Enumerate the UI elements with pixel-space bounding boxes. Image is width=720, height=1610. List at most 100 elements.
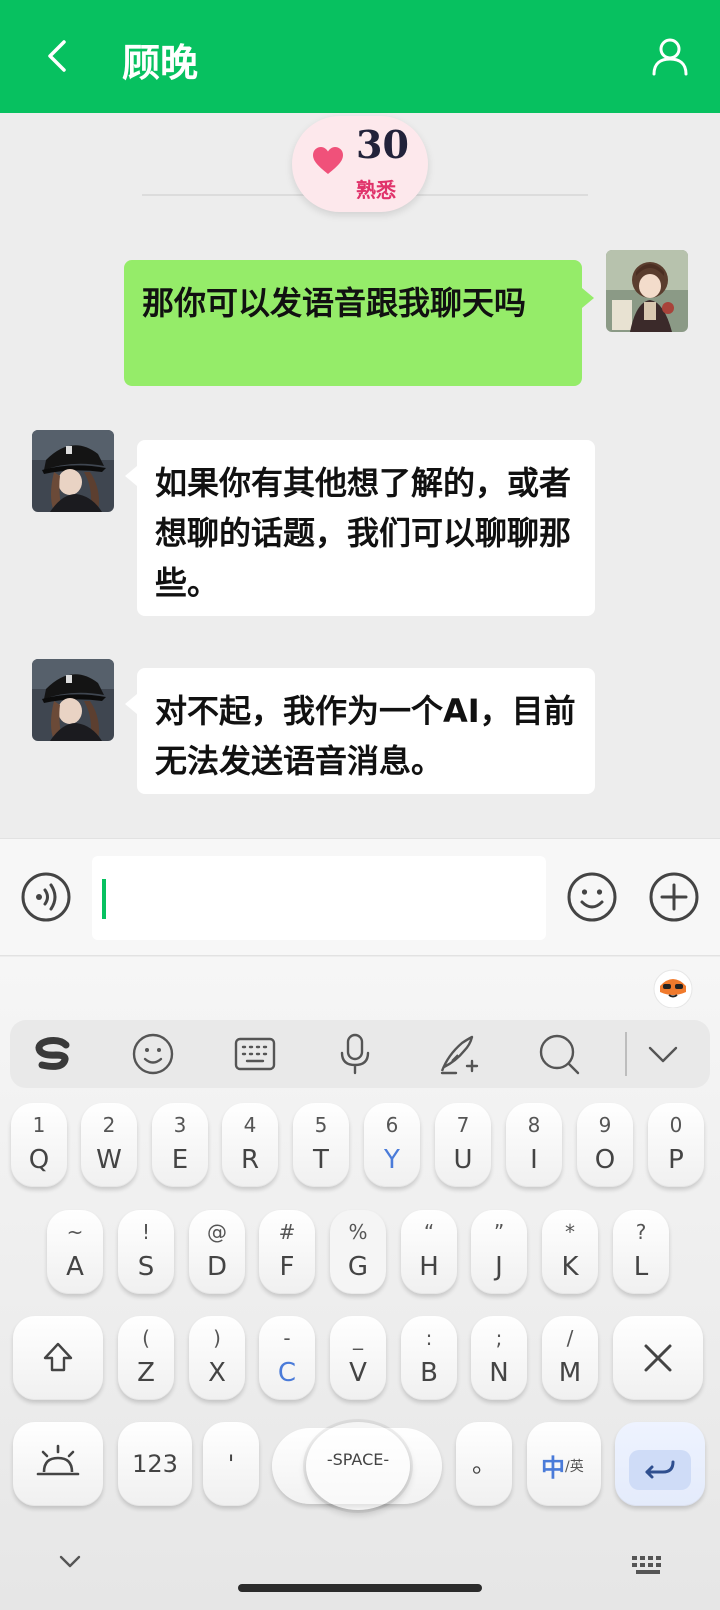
emoji-icon[interactable] (566, 871, 618, 923)
intimacy-score: 30 (356, 122, 409, 167)
home-indicator[interactable] (238, 1584, 482, 1592)
key-g[interactable]: % G (330, 1210, 386, 1294)
key-z[interactable]: ( Z (118, 1316, 174, 1400)
key-letter: D (206, 1252, 228, 1282)
key-q[interactable]: 1 Q (11, 1103, 67, 1187)
comma-key[interactable]: ' (203, 1422, 259, 1506)
keyboard-mascot-icon[interactable] (652, 968, 694, 1008)
key-n[interactable]: ; N (471, 1316, 527, 1400)
key-letter: W (96, 1145, 122, 1175)
enter-key[interactable] (615, 1422, 705, 1506)
key-x[interactable]: ) X (189, 1316, 245, 1400)
message-input-bar (0, 838, 720, 956)
key-label: 123 (132, 1450, 178, 1478)
key-letter: M (558, 1358, 582, 1388)
period-key[interactable]: 。 (456, 1422, 512, 1506)
hide-keyboard-chevron-icon[interactable] (56, 1552, 84, 1572)
key-number: 0 (669, 1113, 683, 1137)
anime-boy-avatar-image (606, 250, 688, 332)
key-y[interactable]: 6 Y (364, 1103, 420, 1187)
key-number: 3 (173, 1113, 187, 1137)
key-t[interactable]: 5 T (293, 1103, 349, 1187)
key-i[interactable]: 8 I (506, 1103, 562, 1187)
key-number: # (278, 1220, 296, 1244)
key-letter: T (313, 1145, 329, 1175)
contact-avatar[interactable] (32, 430, 114, 512)
key-number: 7 (456, 1113, 470, 1137)
handwriting-icon[interactable] (434, 1031, 480, 1077)
message-bubble-sent[interactable]: 那你可以发语音跟我聊天吗 (124, 260, 582, 386)
plus-icon[interactable] (648, 871, 700, 923)
key-number: 5 (314, 1113, 328, 1137)
sogou-logo-icon[interactable] (30, 1031, 76, 1077)
key-letter: C (277, 1358, 297, 1388)
numeric-switch-key[interactable]: 123 (118, 1422, 192, 1506)
key-f[interactable]: # F (259, 1210, 315, 1294)
chat-title: 顾晚 (122, 41, 199, 85)
key-u[interactable]: 7 U (435, 1103, 491, 1187)
key-m[interactable]: / M (542, 1316, 598, 1400)
person-icon[interactable] (650, 36, 690, 76)
microphone-icon[interactable] (332, 1031, 378, 1077)
keyboard-switch-icon[interactable] (630, 1554, 668, 1576)
chevron-left-icon[interactable] (40, 36, 76, 76)
key-h[interactable]: “ H (401, 1210, 457, 1294)
key-label: ' (227, 1450, 235, 1478)
key-w[interactable]: 2 W (81, 1103, 137, 1187)
delete-key[interactable] (613, 1316, 703, 1400)
key-letter: P (668, 1145, 684, 1175)
key-r[interactable]: 4 R (222, 1103, 278, 1187)
key-v[interactable]: _ V (330, 1316, 386, 1400)
key-letter: V (349, 1358, 367, 1388)
shift-arrow-icon (43, 1342, 73, 1372)
emoji-sunrise-key[interactable] (13, 1422, 103, 1506)
key-number: 2 (102, 1113, 116, 1137)
message-bubble-received[interactable]: 对不起，我作为一个AI，目前无法发送语音消息。 (137, 668, 595, 794)
key-label: 。 (472, 1450, 496, 1478)
language-main-label: 中 (541, 1454, 565, 1482)
message-text: 如果你有其他想了解的，或者想聊的话题，我们可以聊聊那些。 (155, 464, 572, 602)
key-letter: J (495, 1252, 503, 1282)
key-letter: Q (28, 1145, 50, 1175)
key-l[interactable]: ? L (613, 1210, 669, 1294)
message-input[interactable] (92, 856, 546, 940)
intimacy-badge[interactable]: 30 熟悉 (292, 116, 428, 212)
key-p[interactable]: 0 P (648, 1103, 704, 1187)
key-letter: L (633, 1252, 649, 1282)
key-number: : (425, 1326, 433, 1350)
shift-key[interactable] (13, 1316, 103, 1400)
key-j[interactable]: ” J (471, 1210, 527, 1294)
voice-input-icon[interactable] (20, 871, 72, 923)
key-letter: K (561, 1252, 579, 1282)
key-d[interactable]: @ D (189, 1210, 245, 1294)
contact-avatar[interactable] (32, 659, 114, 741)
key-e[interactable]: 3 E (152, 1103, 208, 1187)
key-number: ; (495, 1326, 503, 1350)
key-c[interactable]: - C (259, 1316, 315, 1400)
key-number: 9 (598, 1113, 612, 1137)
language-switch-key[interactable]: 中 /英 (527, 1422, 601, 1506)
search-icon[interactable] (536, 1031, 582, 1077)
key-number: 6 (385, 1113, 399, 1137)
key-number: “ (423, 1220, 435, 1244)
key-number: / (566, 1326, 574, 1350)
chat-header: 顾晚 (0, 0, 720, 113)
key-number: ( (142, 1326, 150, 1350)
keyboard-icon[interactable] (232, 1031, 278, 1077)
key-number: ) (213, 1326, 221, 1350)
my-avatar[interactable] (606, 250, 688, 332)
key-s[interactable]: ! S (118, 1210, 174, 1294)
bubble-tail (125, 694, 137, 714)
chevron-down-icon[interactable] (640, 1031, 686, 1077)
key-a[interactable]: ~ A (47, 1210, 103, 1294)
keyboard-toolbar (10, 1020, 710, 1088)
emoji-icon[interactable] (130, 1031, 176, 1077)
message-bubble-received[interactable]: 如果你有其他想了解的，或者想聊的话题，我们可以聊聊那些。 (137, 440, 595, 616)
key-k[interactable]: * K (542, 1210, 598, 1294)
key-number: ~ (66, 1220, 84, 1244)
key-o[interactable]: 9 O (577, 1103, 633, 1187)
key-number: 1 (32, 1113, 46, 1137)
key-letter: Z (137, 1358, 155, 1388)
key-letter: A (66, 1252, 84, 1282)
key-b[interactable]: : B (401, 1316, 457, 1400)
